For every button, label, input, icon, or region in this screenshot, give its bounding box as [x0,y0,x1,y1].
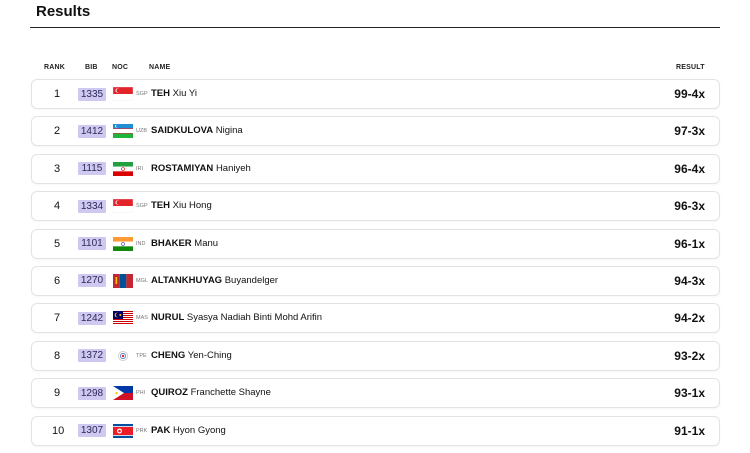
sgp-flag-icon [113,199,133,214]
tpe-flag-icon [118,350,128,361]
athlete-last-name: BHAKER [151,237,192,249]
column-header-name: NAME [149,64,171,71]
mas-flag-icon [113,311,133,326]
title-divider [30,27,720,28]
athlete-first-name: Manu [194,237,219,249]
athlete-last-name: ROSTAMIYAN [151,162,214,174]
bib-badge: 1412 [78,124,106,138]
rank-cell: 3 [53,162,61,175]
table-row[interactable]: 10 1307 PRK PAK Hyon Gyong 91-1x [31,415,720,446]
page-title: Results [36,3,91,20]
noc-code: PRK [136,427,148,434]
prk-flag-icon [113,423,133,438]
noc-code: MAS [136,315,148,322]
rank-cell: 6 [53,274,61,287]
bib-badge: 1372 [78,349,106,363]
athlete-name[interactable]: NURUL Syasya Nadiah Binti Mohd Arifin [151,304,322,332]
athlete-name[interactable]: TEH Xiu Hong [151,192,212,220]
athlete-last-name: CHENG [151,349,186,361]
athlete-first-name: Syasya Nadiah Binti Mohd Arifin [186,312,323,324]
athlete-last-name: SAIDKULOVA [151,125,214,137]
result-value: 94-3x [674,273,705,288]
table-row[interactable]: 5 1101 IND BHAKER Manu 96-1x [31,228,720,259]
athlete-name[interactable]: PAK Hyon Gyong [151,417,226,445]
rank-cell: 5 [53,237,61,250]
athlete-name[interactable]: BHAKER Manu [151,230,218,258]
bib-badge: 1335 [78,87,106,101]
results-list: 1 1335 SGP TEH Xiu Yi 99-4x 2 1412 UZB S… [31,79,720,453]
iri-flag-icon [113,161,133,176]
rank-cell: 7 [53,312,61,325]
uzb-flag-icon [113,124,133,139]
noc-code: SGP [136,91,148,97]
athlete-first-name: Buyandelger [224,274,279,286]
bib-badge: 1334 [78,199,106,213]
noc-code: TPE [136,352,147,359]
athlete-first-name: Xiu Yi [172,88,197,99]
result-value: 91-1x [674,423,705,438]
athlete-last-name: ALTANKHUYAG [151,274,223,286]
sgp-flag-icon [113,87,133,101]
column-header-noc: NOC [112,64,129,71]
ind-flag-icon [113,236,133,251]
column-header-bib: BIB [85,64,98,71]
athlete-last-name: TEH [151,200,170,212]
column-header-result: RESULT [676,64,705,71]
bib-badge: 1307 [78,424,106,438]
noc-code: MGL [136,277,148,284]
noc-code: PHI [136,390,146,397]
result-value: 93-1x [674,386,705,401]
table-row[interactable]: 1 1335 SGP TEH Xiu Yi 99-4x [31,79,720,109]
result-value: 93-2x [674,348,705,363]
athlete-first-name: Hyon Gyong [173,424,226,436]
table-row[interactable]: 6 1270 MGL ALTANKHUYAG Buyandelger 94-3x [31,265,720,296]
column-header-rank: RANK [44,64,66,71]
athlete-last-name: QUIROZ [151,387,188,399]
athlete-name[interactable]: ALTANKHUYAG Buyandelger [151,267,278,295]
table-row[interactable]: 2 1412 UZB SAIDKULOVA Nigina 97-3x [31,116,720,147]
athlete-name[interactable]: ROSTAMIYAN Haniyeh [151,155,251,183]
table-row[interactable]: 3 1115 IRI ROSTAMIYAN Haniyeh 96-4x [31,153,720,184]
noc-code: IRI [136,165,144,172]
bib-badge: 1115 [78,162,106,176]
athlete-first-name: Yen-Ching [187,349,232,361]
athlete-name[interactable]: QUIROZ Franchette Shayne [151,379,271,407]
rank-cell: 2 [53,125,61,138]
phi-flag-icon [113,386,133,401]
athlete-first-name: Nigina [215,125,243,137]
bib-badge: 1101 [78,237,106,251]
bib-badge: 1270 [78,274,106,288]
mgl-flag-icon [113,273,133,288]
result-value: 96-4x [674,161,705,176]
table-row[interactable]: 7 1242 MAS NURUL Syasya Nadiah Binti Moh… [31,303,720,334]
noc-code: UZB [136,128,147,135]
table-row[interactable]: 4 1334 SGP TEH Xiu Hong 96-3x [31,191,720,222]
athlete-last-name: PAK [151,424,171,436]
athlete-last-name: TEH [151,88,170,99]
table-row[interactable]: 8 1372 TPE CHENG Yen-Ching 93-2x [31,340,720,371]
athlete-name[interactable]: CHENG Yen-Ching [151,342,232,370]
rank-cell: 9 [53,387,61,400]
athlete-first-name: Xiu Hong [172,200,212,212]
athlete-first-name: Haniyeh [215,162,251,174]
athlete-name[interactable]: SAIDKULOVA Nigina [151,117,243,145]
result-value: 96-1x [674,236,705,251]
table-row[interactable]: 9 1298 PHI QUIROZ Franchette Shayne 93-1… [31,378,720,409]
noc-code: SGP [136,203,148,210]
rank-cell: 4 [53,200,61,213]
rank-cell: 8 [53,349,61,362]
result-value: 97-3x [674,124,705,139]
rank-cell: 10 [52,424,65,437]
athlete-name[interactable]: TEH Xiu Yi [151,80,197,108]
result-value: 96-3x [674,199,705,214]
athlete-first-name: Franchette Shayne [190,387,271,399]
rank-cell: 1 [53,88,61,100]
result-value: 99-4x [674,87,705,101]
bib-badge: 1242 [78,311,106,325]
result-value: 94-2x [674,311,705,326]
athlete-last-name: NURUL [151,312,185,324]
noc-code: IND [136,240,146,247]
bib-badge: 1298 [78,386,106,400]
